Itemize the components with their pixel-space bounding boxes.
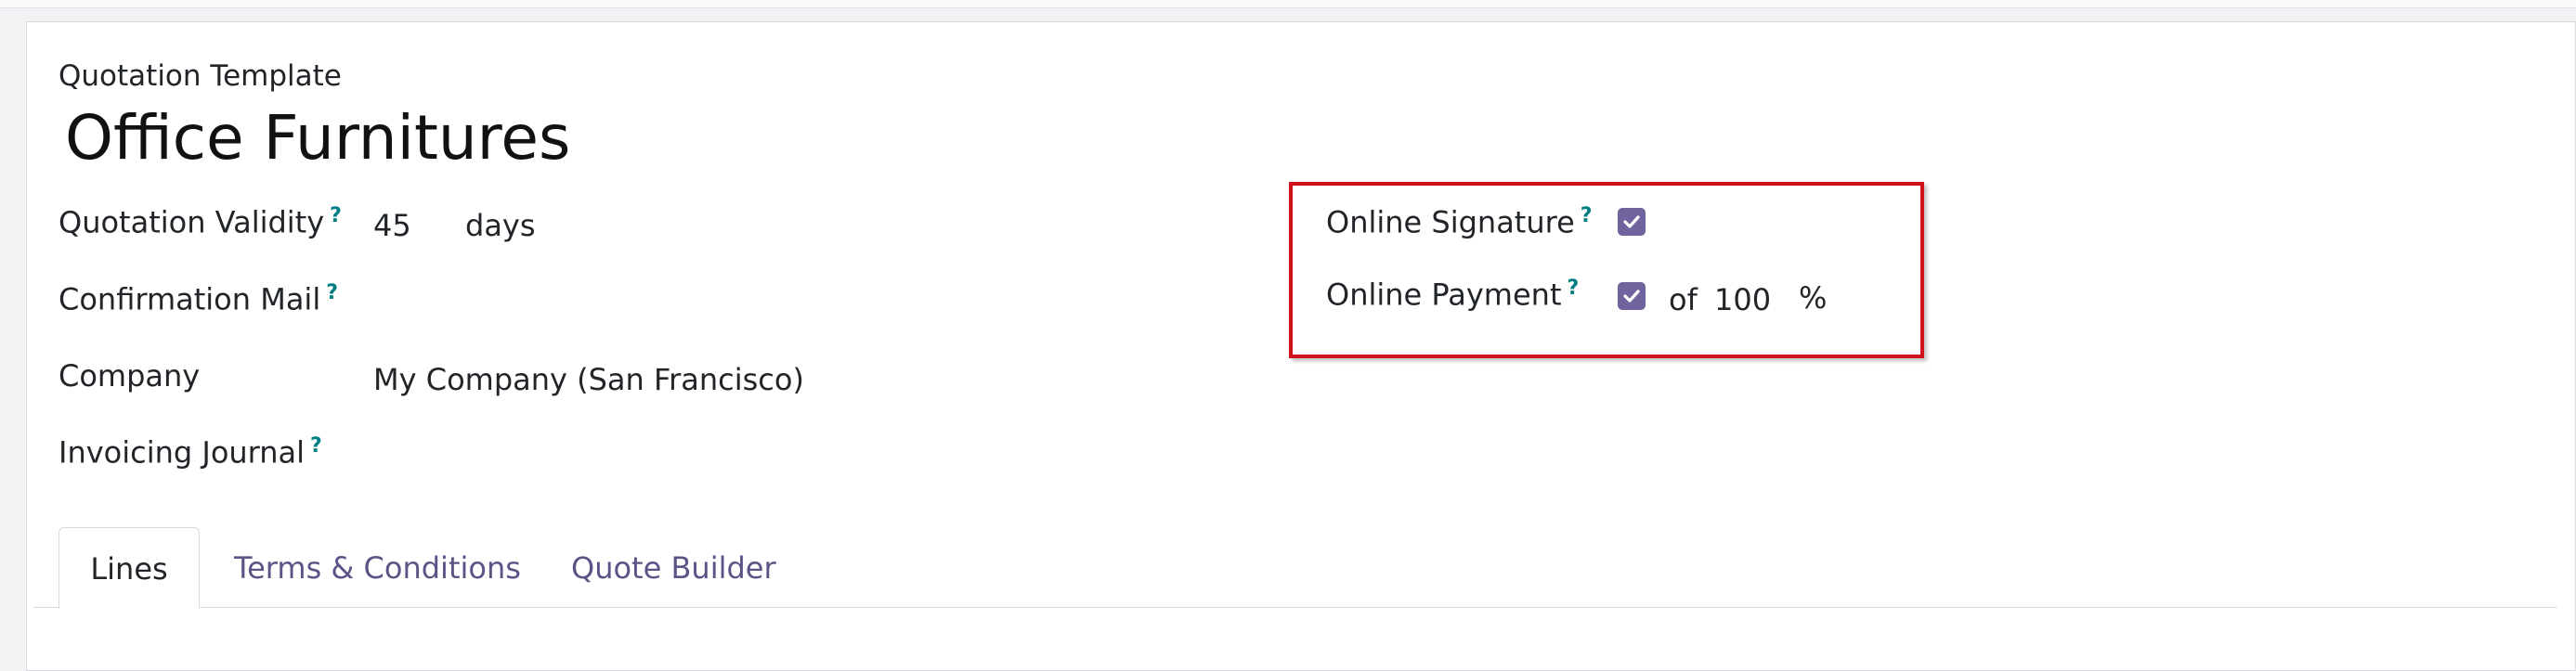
record-type-label: Quotation Template bbox=[59, 59, 342, 93]
invoicing-journal-label: Invoicing Journal? bbox=[59, 434, 322, 471]
help-icon[interactable]: ? bbox=[310, 434, 322, 458]
quotation-validity-label: Quotation Validity? bbox=[59, 204, 342, 240]
highlight-box bbox=[1289, 182, 1924, 358]
help-icon[interactable]: ? bbox=[326, 281, 338, 304]
confirmation-mail-label: Confirmation Mail? bbox=[59, 281, 338, 317]
invoicing-journal-input[interactable] bbox=[373, 432, 1172, 473]
tab-quote-builder[interactable]: Quote Builder bbox=[571, 527, 776, 609]
template-name-input[interactable]: Office Furnitures bbox=[65, 102, 570, 174]
top-bar bbox=[0, 0, 2576, 8]
tab-terms-conditions[interactable]: Terms & Conditions bbox=[234, 527, 521, 609]
confirmation-mail-input[interactable] bbox=[373, 278, 1172, 319]
tab-lines[interactable]: Lines bbox=[59, 527, 200, 609]
company-label: Company bbox=[59, 358, 201, 394]
validity-unit: days bbox=[465, 208, 536, 243]
validity-days-input[interactable]: 45 bbox=[373, 208, 411, 243]
company-select[interactable]: My Company (San Francisco) bbox=[373, 362, 804, 397]
help-icon[interactable]: ? bbox=[330, 204, 342, 227]
